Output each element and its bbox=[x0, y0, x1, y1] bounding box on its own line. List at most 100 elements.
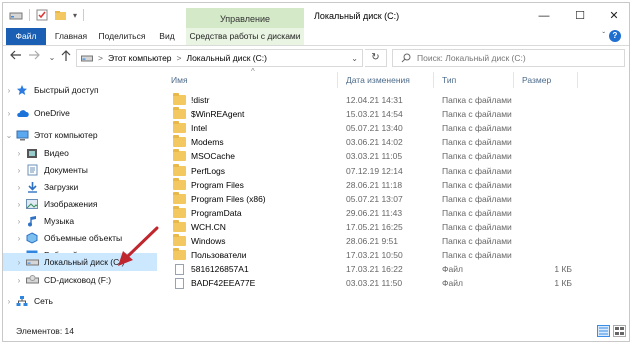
title-bar: ▾ Управление Локальный диск (C:) — ☐ ✕ bbox=[3, 3, 629, 29]
refresh-button[interactable]: ↻ bbox=[365, 49, 387, 67]
recent-locations-button[interactable]: ⌄ bbox=[45, 50, 59, 66]
minimize-button[interactable]: — bbox=[529, 7, 559, 25]
column-header-size[interactable]: Размер bbox=[516, 72, 576, 88]
chevron-right-icon[interactable]: › bbox=[13, 149, 25, 158]
file-row[interactable]: Program Files (x86) 05.07.21 13:07 Папка с… bbox=[165, 191, 629, 206]
large-icons-view-button[interactable] bbox=[613, 325, 626, 337]
arrow-left-icon bbox=[10, 50, 21, 60]
column-header-type[interactable]: Тип bbox=[436, 72, 513, 88]
file-row[interactable]: $WinREAgent 15.03.21 14:54 Папка с файлами bbox=[165, 107, 629, 121]
details-view-button[interactable] bbox=[597, 325, 610, 337]
file-size: 1 КБ bbox=[554, 264, 572, 275]
tab-file[interactable]: Файл bbox=[6, 28, 46, 45]
file-name: !distr bbox=[191, 95, 210, 105]
tab-view[interactable]: Вид bbox=[154, 28, 180, 45]
chevron-right-icon[interactable]: › bbox=[3, 109, 15, 118]
red-arrow-annotation bbox=[118, 226, 159, 266]
forward-button[interactable] bbox=[27, 50, 41, 66]
nav-item-label: Изображения bbox=[44, 199, 98, 209]
file-icon bbox=[175, 277, 184, 289]
manage-tab[interactable]: Управление bbox=[186, 8, 304, 28]
file-row[interactable]: MSOCache 03.03.21 11:05 Папка с файлами bbox=[165, 149, 629, 163]
file-date: 03.03.21 11:05 bbox=[346, 151, 403, 162]
file-type: Папка с файлами bbox=[442, 179, 512, 190]
maximize-button[interactable]: ☐ bbox=[565, 7, 595, 25]
breadcrumb-this-pc[interactable]: Этот компьютер bbox=[108, 53, 172, 63]
cd-drive-icon bbox=[25, 274, 39, 286]
chevron-right-icon[interactable]: › bbox=[13, 234, 25, 243]
file-row[interactable]: Program Files 28.06.21 11:18 Папка с файла… bbox=[165, 177, 629, 192]
file-row[interactable]: WCH.CN 17.05.21 16:25 Папка с файлами bbox=[165, 219, 629, 234]
column-header-date[interactable]: Дата изменения bbox=[340, 72, 433, 88]
back-button[interactable] bbox=[9, 50, 23, 66]
chevron-right-icon[interactable]: › bbox=[13, 276, 25, 285]
drive-icon[interactable] bbox=[9, 9, 23, 21]
details-view-icon bbox=[599, 327, 608, 335]
address-bar[interactable]: > Этот компьютер > Локальный диск (C:) ⌄ bbox=[76, 49, 363, 67]
arrow-up-icon bbox=[61, 50, 71, 61]
explorer-window: ▾ Управление Локальный диск (C:) — ☐ ✕ Ф… bbox=[2, 2, 630, 342]
file-type: Папка с файлами bbox=[442, 123, 512, 134]
file-name-cell: Intel bbox=[173, 121, 207, 135]
cloud-icon bbox=[15, 107, 29, 119]
breadcrumb-local-disk[interactable]: Локальный диск (C:) bbox=[187, 53, 267, 63]
close-button[interactable]: ✕ bbox=[599, 7, 629, 25]
nav-item-onedrive[interactable]: › OneDrive bbox=[3, 104, 157, 122]
chevron-right-icon[interactable]: › bbox=[13, 183, 25, 192]
search-input[interactable]: Поиск: Локальный диск (C:) bbox=[392, 49, 625, 67]
file-date: 17.03.21 16:22 bbox=[346, 264, 403, 275]
file-row[interactable]: ProgramData 29.06.21 11:43 Папка с файлами bbox=[165, 205, 629, 220]
help-icon[interactable]: ? bbox=[609, 30, 621, 42]
chevron-right-icon[interactable]: › bbox=[13, 166, 25, 175]
breadcrumb-separator: > bbox=[176, 53, 182, 63]
file-row[interactable]: Windows 28.06.21 9:51 Папка с файлами bbox=[165, 234, 629, 248]
nav-item-video[interactable]: › Видео bbox=[3, 144, 157, 162]
drive-icon bbox=[25, 256, 39, 268]
column-header-name[interactable]: Имя bbox=[165, 72, 336, 88]
file-row[interactable]: !distr 12.04.21 14:31 Папка с файлами bbox=[165, 93, 629, 107]
tab-share[interactable]: Поделиться bbox=[96, 28, 148, 45]
chevron-right-icon[interactable]: › bbox=[13, 258, 25, 267]
file-name: PerfLogs bbox=[191, 165, 226, 176]
quick-access-toolbar: ▾ bbox=[9, 9, 85, 21]
address-dropdown-icon[interactable]: ⌄ bbox=[351, 54, 358, 63]
chevron-right-icon[interactable]: › bbox=[13, 217, 25, 226]
tab-home[interactable]: Главная bbox=[51, 28, 91, 45]
file-row[interactable]: BADF42EEA77E 03.03.21 11:50 Файл 1 КБ bbox=[165, 276, 629, 290]
nav-item-documents[interactable]: › Документы bbox=[3, 161, 157, 179]
file-name-cell: $WinREAgent bbox=[173, 107, 244, 121]
nav-item-cd-drive[interactable]: › CD-дисковод (F:) bbox=[3, 271, 157, 289]
nav-item-downloads[interactable]: › Загрузки bbox=[3, 178, 157, 196]
chevron-right-icon[interactable]: › bbox=[3, 297, 15, 306]
customize-toolbar-icon[interactable]: ▾ bbox=[73, 11, 77, 20]
folder-icon bbox=[173, 219, 186, 232]
file-name-cell: Program Files bbox=[173, 177, 244, 192]
new-folder-icon[interactable] bbox=[54, 9, 67, 21]
nav-item-network[interactable]: › Сеть bbox=[3, 292, 157, 310]
file-row[interactable]: 5816126857A1 17.03.21 16:22 Файл 1 КБ bbox=[165, 262, 629, 276]
file-row[interactable]: Пользователи 17.03.21 10:50 Папка с файлам… bbox=[165, 248, 629, 262]
nav-item-this-pc[interactable]: ⌄ Этот компьютер bbox=[3, 126, 157, 144]
file-row[interactable]: Intel 05.07.21 13:40 Папка с файлами bbox=[165, 121, 629, 135]
pictures-icon bbox=[25, 198, 39, 210]
chevron-right-icon[interactable]: › bbox=[13, 200, 25, 209]
file-row[interactable]: PerfLogs 07.12.19 12:14 Папка с файлами bbox=[165, 163, 629, 178]
breadcrumb-separator: > bbox=[98, 53, 103, 63]
tab-drive-tools[interactable]: Средства работы с дисками bbox=[186, 28, 304, 45]
properties-icon[interactable] bbox=[36, 9, 48, 21]
file-date: 17.05.21 16:25 bbox=[346, 221, 403, 232]
nav-item-quick-access[interactable]: › Быстрый доступ bbox=[3, 81, 157, 99]
drive-icon bbox=[81, 55, 93, 62]
file-row[interactable]: Modems 03.06.21 14:02 Папка с файлами bbox=[165, 135, 629, 149]
nav-item-pictures[interactable]: › Изображения bbox=[3, 195, 157, 213]
nav-item-label: Музыка bbox=[44, 216, 75, 226]
up-button[interactable] bbox=[59, 50, 73, 66]
file-name-cell: Program Files (x86) bbox=[173, 191, 266, 206]
chevron-right-icon[interactable]: › bbox=[3, 86, 15, 95]
collapse-ribbon-icon[interactable]: ˇ bbox=[602, 31, 605, 40]
nav-item-label: Сеть bbox=[34, 296, 53, 306]
chevron-down-icon[interactable]: ⌄ bbox=[3, 131, 15, 140]
file-name: Intel bbox=[191, 123, 208, 134]
folder-icon bbox=[173, 163, 186, 176]
file-type: Папка с файлами bbox=[442, 250, 512, 261]
